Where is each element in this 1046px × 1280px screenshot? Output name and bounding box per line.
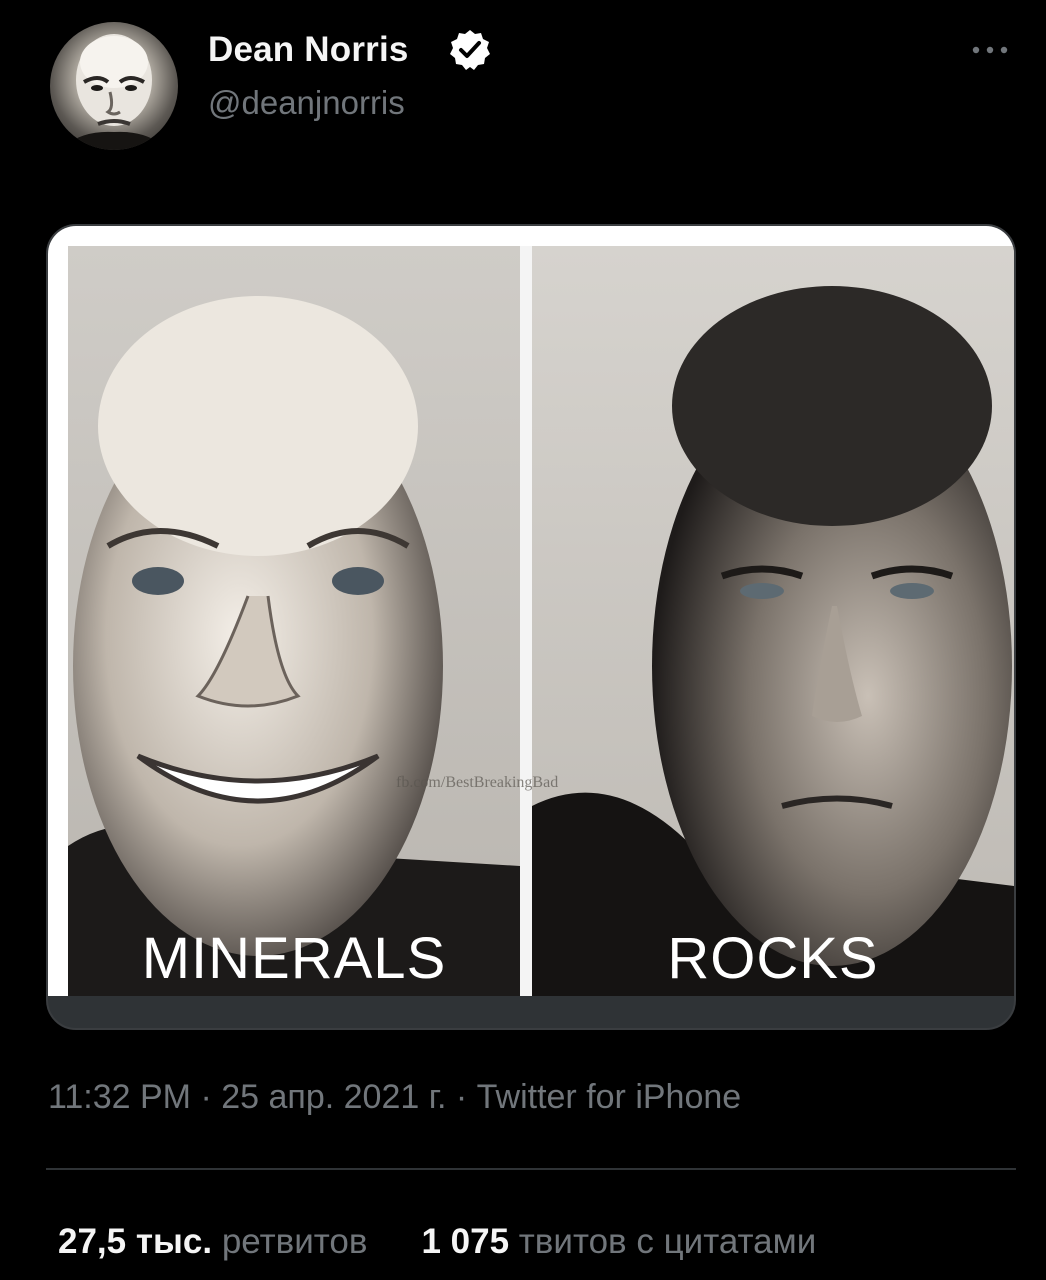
verified-badge-icon	[450, 30, 490, 70]
panel-divider	[520, 246, 532, 996]
author-handle[interactable]: @deanjnorris	[208, 84, 405, 122]
meta-separator: ·	[446, 1078, 477, 1116]
tweet-date[interactable]: 25 апр. 2021 г.	[221, 1078, 446, 1116]
smiling-face-photo	[68, 296, 520, 996]
stern-face-photo	[532, 286, 1014, 996]
quotes-stat[interactable]: 1 075 твитов с цитатами	[421, 1222, 816, 1262]
retweets-count: 27,5 тыс.	[58, 1222, 213, 1261]
image-watermark: fb.com/BestBreakingBad	[396, 774, 559, 791]
tweet-media[interactable]: MINERALS ROCKS fb.com/BestBreakingBad	[46, 224, 1016, 1030]
tweet-source[interactable]: Twitter for iPhone	[477, 1078, 742, 1116]
media-image: MINERALS ROCKS fb.com/BestBreakingBad	[48, 226, 1014, 996]
quotes-label: твитов с цитатами	[518, 1222, 817, 1261]
retweets-stat[interactable]: 27,5 тыс. ретвитов	[58, 1222, 367, 1262]
ellipsis-icon[interactable]	[968, 40, 1012, 60]
caption-rocks: ROCKS	[667, 926, 879, 991]
tweet-meta: 11:32 PM · 25 апр. 2021 г. · Twitter for…	[48, 1078, 741, 1117]
author-display-name[interactable]: Dean Norris	[208, 30, 409, 70]
quotes-count: 1 075	[421, 1222, 510, 1261]
avatar-portrait	[60, 34, 168, 150]
tweet-header: Dean Norris @deanjnorris	[0, 0, 1046, 170]
caption-minerals: MINERALS	[141, 926, 447, 991]
meta-separator: ·	[191, 1078, 222, 1116]
avatar[interactable]	[50, 22, 178, 150]
media-panel-rocks: ROCKS	[532, 246, 1014, 996]
media-panel-minerals: MINERALS	[68, 246, 520, 996]
retweets-label: ретвитов	[221, 1222, 368, 1261]
tweet-stats: 27,5 тыс. ретвитов 1 075 твитов с цитата…	[58, 1222, 816, 1262]
tweet-time[interactable]: 11:32 PM	[48, 1078, 191, 1116]
divider-line	[46, 1168, 1016, 1170]
